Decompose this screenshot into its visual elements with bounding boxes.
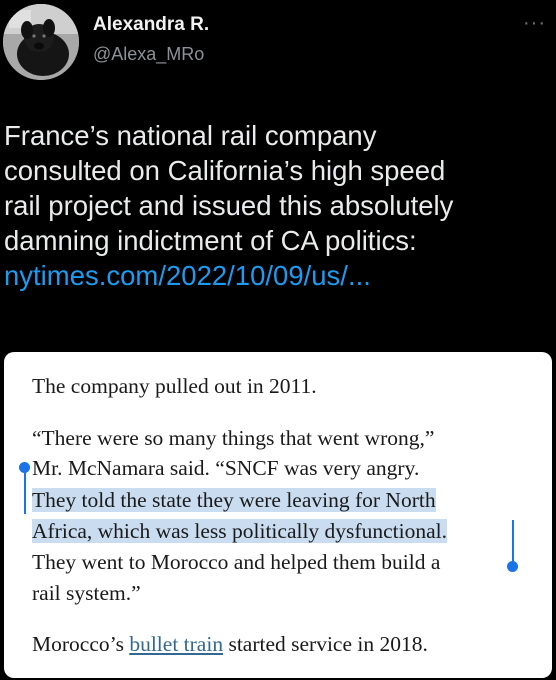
selection-end-handle-icon[interactable] bbox=[507, 561, 518, 572]
article-quote-line-6: rail system.” bbox=[32, 581, 141, 605]
article-quote-line-2: Mr. McNamara said. “SNCF was very angry. bbox=[32, 456, 420, 480]
selected-text-2[interactable]: Africa, which was less politically dysfu… bbox=[32, 519, 447, 543]
article-quote-line-1: “There were so many things that went wro… bbox=[32, 426, 435, 450]
article-excerpt-card: The company pulled out in 2011. “There w… bbox=[4, 352, 552, 678]
author-handle[interactable]: @Alexa_MRo bbox=[93, 44, 204, 65]
selected-text-1[interactable]: They told the state they were leaving fo… bbox=[32, 488, 436, 512]
p3-after: started service in 2018. bbox=[223, 632, 428, 656]
article-paragraph-3: Morocco’s bullet train started service i… bbox=[32, 632, 428, 657]
article-paragraph-1: The company pulled out in 2011. bbox=[32, 374, 317, 398]
tweet-link[interactable]: nytimes.com/2022/10/09/us/... bbox=[4, 260, 371, 291]
selection-start-bar bbox=[24, 470, 26, 514]
tweet-text: France’s national rail company consulted… bbox=[4, 118, 549, 293]
author-name[interactable]: Alexandra R. bbox=[93, 14, 209, 36]
tweet-body: France’s national rail company consulted… bbox=[4, 120, 454, 256]
selection-end-bar bbox=[512, 520, 514, 564]
article-quote-line-5: They went to Morocco and helped them bui… bbox=[32, 550, 441, 574]
tweet-header: Alexandra R. @Alexa_MRo ··· bbox=[0, 0, 556, 100]
article-quote-line-3: They told the state they were leaving fo… bbox=[32, 488, 436, 513]
avatar[interactable] bbox=[3, 4, 79, 80]
dog-avatar-image bbox=[3, 4, 79, 80]
more-horizontal-icon[interactable]: ··· bbox=[523, 13, 546, 33]
bullet-train-link[interactable]: bullet train bbox=[129, 632, 223, 656]
article-quote-line-4: Africa, which was less politically dysfu… bbox=[32, 519, 447, 544]
p3-before: Morocco’s bbox=[32, 632, 130, 656]
